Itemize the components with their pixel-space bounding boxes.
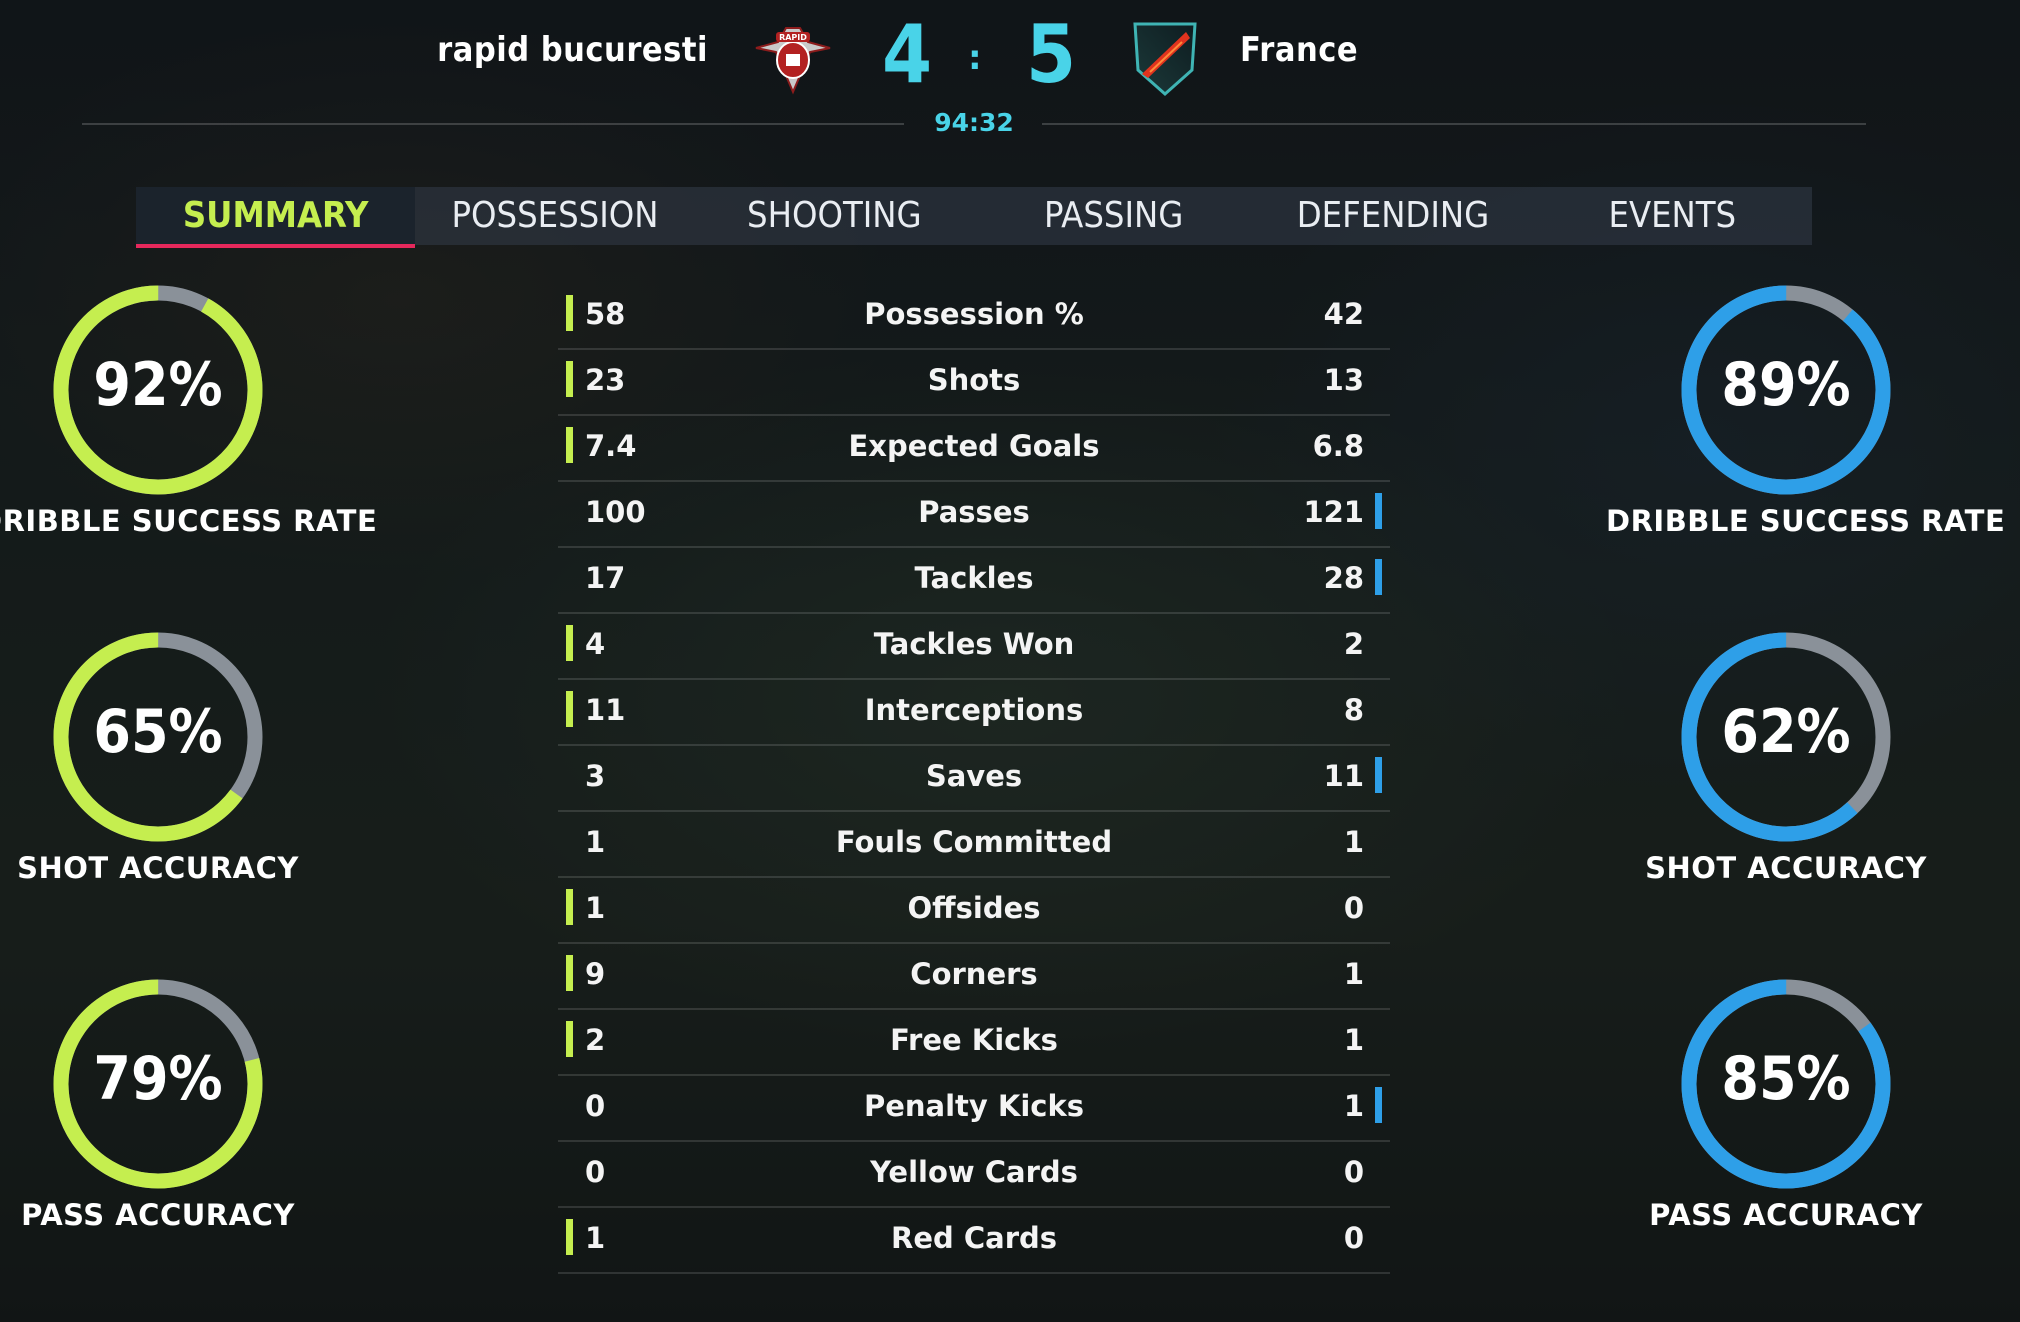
- stat-label: Red Cards: [890, 1221, 1058, 1255]
- crest-text: RAPID: [779, 33, 807, 42]
- away-pass-accuracy-gauge: 85% PASS ACCURACY: [1606, 978, 1966, 1232]
- stat-away-value: 42: [1323, 297, 1364, 331]
- gauge-value: 85%: [1721, 1044, 1851, 1114]
- tab-shooting[interactable]: SHOOTING: [695, 187, 974, 245]
- tab-passing[interactable]: PASSING: [974, 187, 1253, 245]
- gauge-value: 65%: [93, 697, 223, 767]
- stat-row: 7.4 Expected Goals 6.8: [558, 416, 1390, 482]
- match-clock: 94:32: [934, 108, 1014, 137]
- gauge-label: DRIBBLE SUCCESS RATE: [1606, 504, 2006, 538]
- stat-away-value: 0: [1343, 1221, 1364, 1255]
- stat-label: Offsides: [907, 891, 1041, 925]
- stat-row: 0 Yellow Cards 0: [558, 1142, 1390, 1208]
- gauge-value: 79%: [93, 1044, 223, 1114]
- tab-summary[interactable]: SUMMARY: [136, 187, 416, 248]
- gauge-label: SHOT ACCURACY: [1645, 851, 1927, 885]
- stat-away-value: 8: [1343, 693, 1364, 727]
- stat-label: Shots: [927, 363, 1021, 397]
- home-team-crest-icon: RAPID: [755, 27, 831, 95]
- stat-row: 1 Offsides 0: [558, 878, 1390, 944]
- stat-label: Passes: [918, 495, 1030, 529]
- gauge-value: 62%: [1721, 697, 1851, 767]
- stat-row: 1 Fouls Committed 1: [558, 812, 1390, 878]
- stat-row: 58 Possession % 42: [558, 284, 1390, 350]
- away-leader-bar: [1375, 493, 1382, 529]
- away-dribble-gauge: 89% DRIBBLE SUCCESS RATE: [1606, 284, 2006, 538]
- stat-row: 23 Shots 13: [558, 350, 1390, 416]
- away-team-crest-icon: [1133, 22, 1197, 97]
- gauge-value: 89%: [1721, 350, 1851, 420]
- home-shot-accuracy-gauge: 65% SHOT ACCURACY: [0, 631, 338, 885]
- tab-defending[interactable]: DEFENDING: [1253, 187, 1532, 245]
- stat-label: Saves: [925, 759, 1023, 793]
- stat-label: Yellow Cards: [870, 1155, 1078, 1189]
- away-team-name: France: [1240, 30, 1359, 70]
- stat-label: Penalty Kicks: [863, 1089, 1085, 1123]
- away-shot-accuracy-gauge: 62% SHOT ACCURACY: [1606, 631, 1966, 885]
- header-divider-right: [1042, 123, 1866, 125]
- stat-label: Fouls Committed: [835, 825, 1113, 859]
- stat-away-value: 2: [1343, 627, 1364, 661]
- stat-label: Possession %: [864, 297, 1084, 331]
- stat-away-value: 1: [1343, 957, 1364, 991]
- score-separator: :: [968, 38, 982, 78]
- stat-row: 1 Red Cards 0: [558, 1208, 1390, 1274]
- stat-row: 2 Free Kicks 1: [558, 1010, 1390, 1076]
- gauge-label: SHOT ACCURACY: [17, 851, 299, 885]
- away-leader-bar: [1375, 757, 1382, 793]
- home-score: 4: [882, 8, 933, 101]
- away-leader-bar: [1375, 559, 1382, 595]
- tab-events[interactable]: EVENTS: [1533, 187, 1812, 245]
- stat-away-value: 1: [1343, 1023, 1364, 1057]
- stat-label: Expected Goals: [848, 429, 1100, 463]
- gauge-label: PASS ACCURACY: [21, 1198, 295, 1232]
- stat-away-value: 6.8: [1312, 429, 1364, 463]
- tab-possession[interactable]: POSSESSION: [415, 187, 694, 245]
- stat-row: 17 Tackles 28: [558, 548, 1390, 614]
- stat-away-value: 1: [1343, 1089, 1364, 1123]
- stat-row: 0 Penalty Kicks 1: [558, 1076, 1390, 1142]
- home-dribble-gauge: 92% DRIBBLE SUCCESS RATE: [0, 284, 378, 538]
- stat-away-value: 121: [1303, 495, 1364, 529]
- stat-away-value: 13: [1323, 363, 1364, 397]
- stat-row: 3 Saves 11: [558, 746, 1390, 812]
- stat-away-value: 11: [1323, 759, 1364, 793]
- stat-label: Interceptions: [864, 693, 1084, 727]
- stat-away-value: 1: [1343, 825, 1364, 859]
- gauge-label: DRIBBLE SUCCESS RATE: [0, 504, 378, 538]
- stat-row: 100 Passes 121: [558, 482, 1390, 548]
- stat-row: 11 Interceptions 8: [558, 680, 1390, 746]
- stat-away-value: 0: [1343, 1155, 1364, 1189]
- stat-away-value: 28: [1323, 561, 1364, 595]
- gauge-label: PASS ACCURACY: [1649, 1198, 1923, 1232]
- away-score: 5: [1026, 8, 1077, 101]
- stats-tab-bar: SUMMARY POSSESSION SHOOTING PASSING DEFE…: [136, 187, 1812, 248]
- stat-row: 4 Tackles Won 2: [558, 614, 1390, 680]
- stat-label: Free Kicks: [890, 1023, 1058, 1057]
- home-pass-accuracy-gauge: 79% PASS ACCURACY: [0, 978, 338, 1232]
- away-leader-bar: [1375, 1087, 1382, 1123]
- stat-label: Tackles: [914, 561, 1034, 595]
- stat-label: Tackles Won: [873, 627, 1075, 661]
- header-divider-left: [82, 123, 904, 125]
- stat-away-value: 0: [1343, 891, 1364, 925]
- gauge-value: 92%: [93, 350, 223, 420]
- match-stats-table: 58 Possession % 42 23 Shots 13 7.4 Expected G…: [558, 284, 1390, 1274]
- home-team-name: rapid bucuresti: [437, 30, 708, 70]
- stat-label: Corners: [910, 957, 1038, 991]
- stat-row: 9 Corners 1: [558, 944, 1390, 1010]
